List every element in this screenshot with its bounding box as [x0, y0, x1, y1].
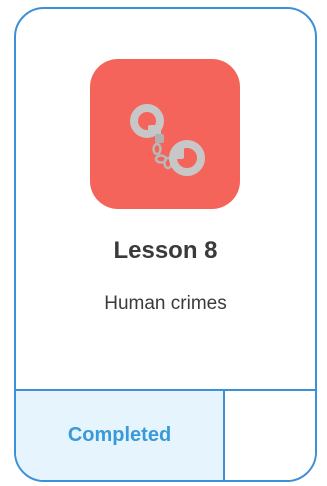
lesson-card[interactable]: Lesson 8 Human crimes Completed — [14, 7, 317, 482]
lesson-subtitle: Human crimes — [104, 293, 227, 314]
status-label: Completed — [67, 424, 172, 446]
lesson-title: Lesson 8 — [113, 237, 218, 264]
footer-empty-cell — [225, 391, 315, 480]
lesson-icon-tile — [90, 59, 240, 209]
lesson-footer: Completed — [16, 389, 315, 480]
handcuffs-icon — [130, 104, 205, 176]
completed-status-button[interactable]: Completed — [16, 391, 225, 480]
